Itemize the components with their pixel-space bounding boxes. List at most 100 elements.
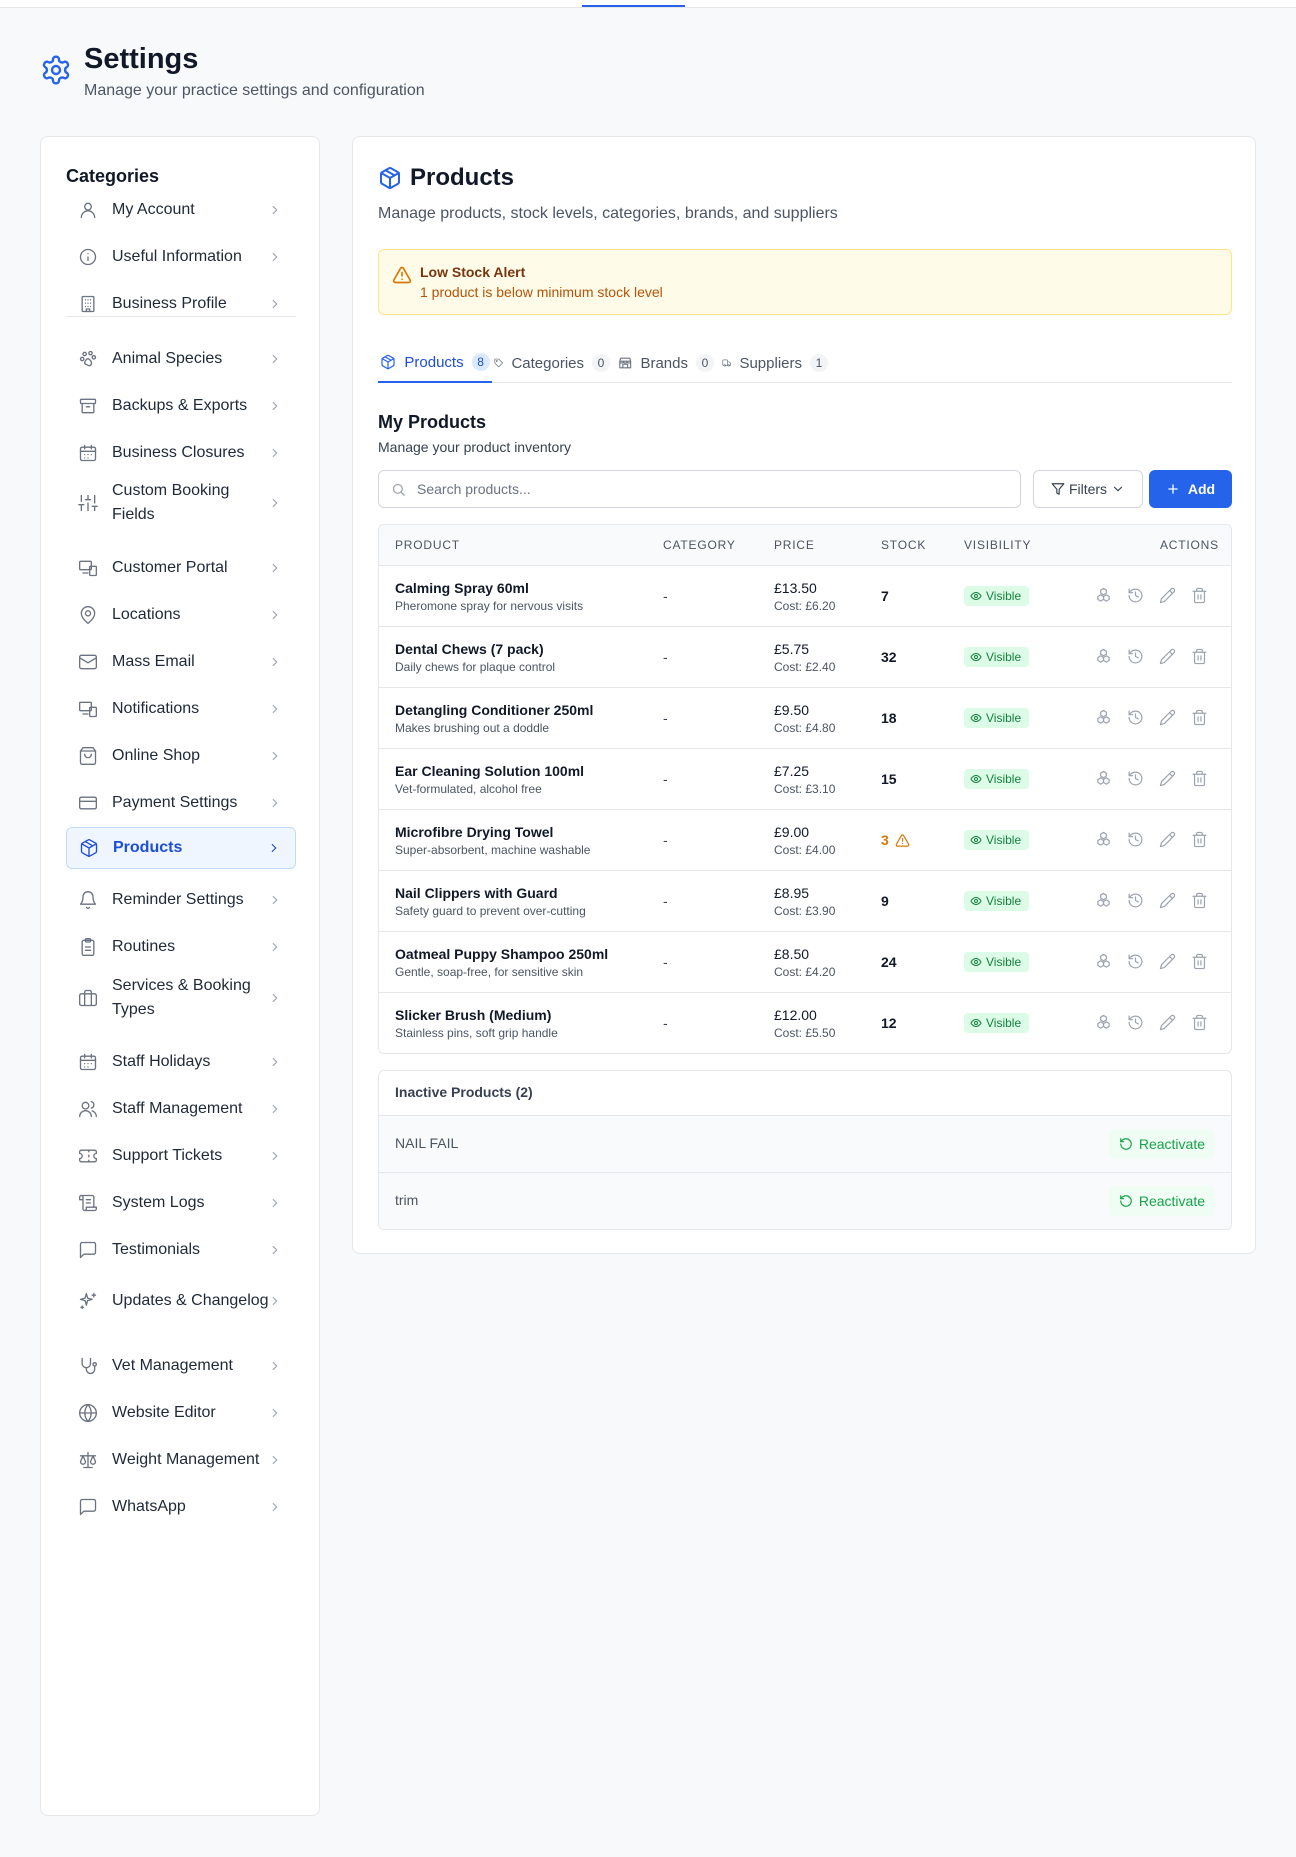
reactivate-button[interactable]: Reactivate: [1108, 1186, 1215, 1216]
history-button[interactable]: [1127, 648, 1144, 665]
chevron-right-icon: [271, 843, 277, 853]
sidebar-item-services-and-booking-types[interactable]: Services & Booking Types: [66, 968, 296, 1028]
edit-button[interactable]: [1159, 770, 1176, 787]
edit-button[interactable]: [1159, 648, 1176, 665]
sidebar-item-updates-and-changelog[interactable]: Updates & Changelog: [66, 1271, 296, 1331]
inactive-row: NAIL FAIL Reactivate: [379, 1115, 1231, 1172]
tab-brands[interactable]: Brands 0: [618, 343, 714, 383]
sidebar-item-website-editor[interactable]: Website Editor: [66, 1390, 296, 1436]
history-icon: [1128, 771, 1143, 786]
delete-button[interactable]: [1191, 648, 1208, 665]
plus-icon: [1168, 484, 1178, 494]
reactivate-label: Reactivate: [1138, 1193, 1205, 1209]
variants-icon: [1097, 1014, 1110, 1029]
sidebar-item-label: Customer Portal: [112, 559, 228, 576]
variants-button[interactable]: [1095, 770, 1112, 787]
products-table: PRODUCT CATEGORY PRICE STOCK VISIBILITY …: [378, 524, 1232, 1054]
product-price: £13.50: [774, 580, 817, 596]
delete-button[interactable]: [1191, 1014, 1208, 1031]
sidebar-item-my-account[interactable]: My Account: [66, 187, 296, 233]
variants-button[interactable]: [1095, 587, 1112, 604]
tab-categories[interactable]: Categories 0: [494, 343, 610, 383]
sidebar-item-weight-management[interactable]: Weight Management: [66, 1437, 296, 1483]
delete-button[interactable]: [1191, 953, 1208, 970]
edit-icon: [1159, 648, 1176, 665]
sidebar-item-payment-settings[interactable]: Payment Settings: [66, 780, 296, 826]
visibility-label: Visible: [986, 955, 1022, 969]
tab-suppliers[interactable]: Suppliers 1: [722, 343, 828, 383]
delete-button[interactable]: [1191, 770, 1208, 787]
sidebar-item-label: Useful Information: [112, 248, 242, 265]
archive-icon: [79, 398, 97, 414]
visibility-badge: Visible: [964, 708, 1030, 728]
chevron-right-icon: [272, 354, 278, 364]
sidebar-item-online-shop[interactable]: Online Shop: [66, 733, 296, 779]
search-input[interactable]: [417, 471, 1007, 507]
delete-button[interactable]: [1191, 709, 1208, 726]
history-button[interactable]: [1127, 953, 1144, 970]
edit-icon: [1159, 953, 1176, 970]
sidebar-item-products[interactable]: Products: [66, 827, 296, 869]
sidebar-item-label: Notifications: [112, 700, 200, 717]
history-icon: [1128, 893, 1143, 908]
sidebar-item-business-profile[interactable]: Business Profile: [66, 281, 296, 327]
history-button[interactable]: [1127, 1014, 1144, 1031]
sidebar-item-testimonials[interactable]: Testimonials: [66, 1227, 296, 1273]
history-button[interactable]: [1127, 831, 1144, 848]
sidebar-item-label: Business Closures: [112, 444, 245, 461]
sidebar-item-reminder-settings[interactable]: Reminder Settings: [66, 877, 296, 923]
delete-button[interactable]: [1191, 831, 1208, 848]
sidebar-item-staff-management[interactable]: Staff Management: [66, 1086, 296, 1132]
visibility-label: Visible: [986, 772, 1022, 786]
sidebar-item-useful-information[interactable]: Useful Information: [66, 234, 296, 280]
sidebar-item-locations[interactable]: Locations: [66, 592, 296, 638]
sidebar-item-staff-holidays[interactable]: Staff Holidays: [66, 1039, 296, 1085]
sidebar-item-routines[interactable]: Routines: [66, 924, 296, 970]
sidebar-item-backups-and-exports[interactable]: Backups & Exports: [66, 383, 296, 429]
tab-products[interactable]: Products 8: [378, 343, 492, 383]
tab-count-badge: 0: [696, 354, 714, 372]
history-button[interactable]: [1127, 892, 1144, 909]
sidebar-item-business-closures[interactable]: Business Closures: [66, 430, 296, 476]
variants-button[interactable]: [1095, 709, 1112, 726]
filters-button[interactable]: Filters: [1033, 470, 1143, 508]
sidebar-item-system-logs[interactable]: System Logs: [66, 1180, 296, 1226]
sidebar-item-mass-email[interactable]: Mass Email: [66, 639, 296, 685]
sidebar-item-whatsapp[interactable]: WhatsApp: [66, 1484, 296, 1530]
sidebar-item-label: Business Profile: [112, 295, 227, 312]
sidebar-item-notifications[interactable]: Notifications: [66, 686, 296, 732]
variants-button[interactable]: [1095, 831, 1112, 848]
eye-icon: [970, 775, 982, 783]
edit-button[interactable]: [1159, 709, 1176, 726]
chevron-right-icon: [272, 751, 278, 761]
history-button[interactable]: [1127, 587, 1144, 604]
delete-button[interactable]: [1191, 892, 1208, 909]
product-price: £7.25: [774, 763, 810, 779]
sidebar-item-support-tickets[interactable]: Support Tickets: [66, 1133, 296, 1179]
edit-button[interactable]: [1159, 831, 1176, 848]
product-cost: Cost: £4.20: [774, 965, 836, 979]
sidebar-item-animal-species[interactable]: Animal Species: [66, 336, 296, 382]
edit-button[interactable]: [1159, 587, 1176, 604]
building-icon: [81, 295, 95, 313]
variants-button[interactable]: [1095, 953, 1112, 970]
product-category: -: [663, 954, 668, 970]
reactivate-button[interactable]: Reactivate: [1108, 1129, 1215, 1159]
product-category: -: [663, 893, 668, 909]
history-button[interactable]: [1127, 770, 1144, 787]
variants-button[interactable]: [1095, 892, 1112, 909]
history-button[interactable]: [1127, 709, 1144, 726]
sidebar-item-custom-booking-fields[interactable]: Custom Booking Fields: [66, 473, 296, 533]
variants-button[interactable]: [1095, 648, 1112, 665]
variants-button[interactable]: [1095, 1014, 1112, 1031]
edit-button[interactable]: [1159, 1014, 1176, 1031]
add-product-button[interactable]: Add: [1149, 470, 1232, 508]
sidebar-item-label: System Logs: [112, 1194, 205, 1211]
product-description: Vet-formulated, alcohol free: [395, 782, 542, 796]
sidebar-item-vet-management[interactable]: Vet Management: [66, 1343, 296, 1389]
edit-button[interactable]: [1159, 953, 1176, 970]
section-title: My Products: [378, 412, 487, 432]
delete-button[interactable]: [1191, 587, 1208, 604]
edit-button[interactable]: [1159, 892, 1176, 909]
sidebar-item-customer-portal[interactable]: Customer Portal: [66, 545, 296, 591]
